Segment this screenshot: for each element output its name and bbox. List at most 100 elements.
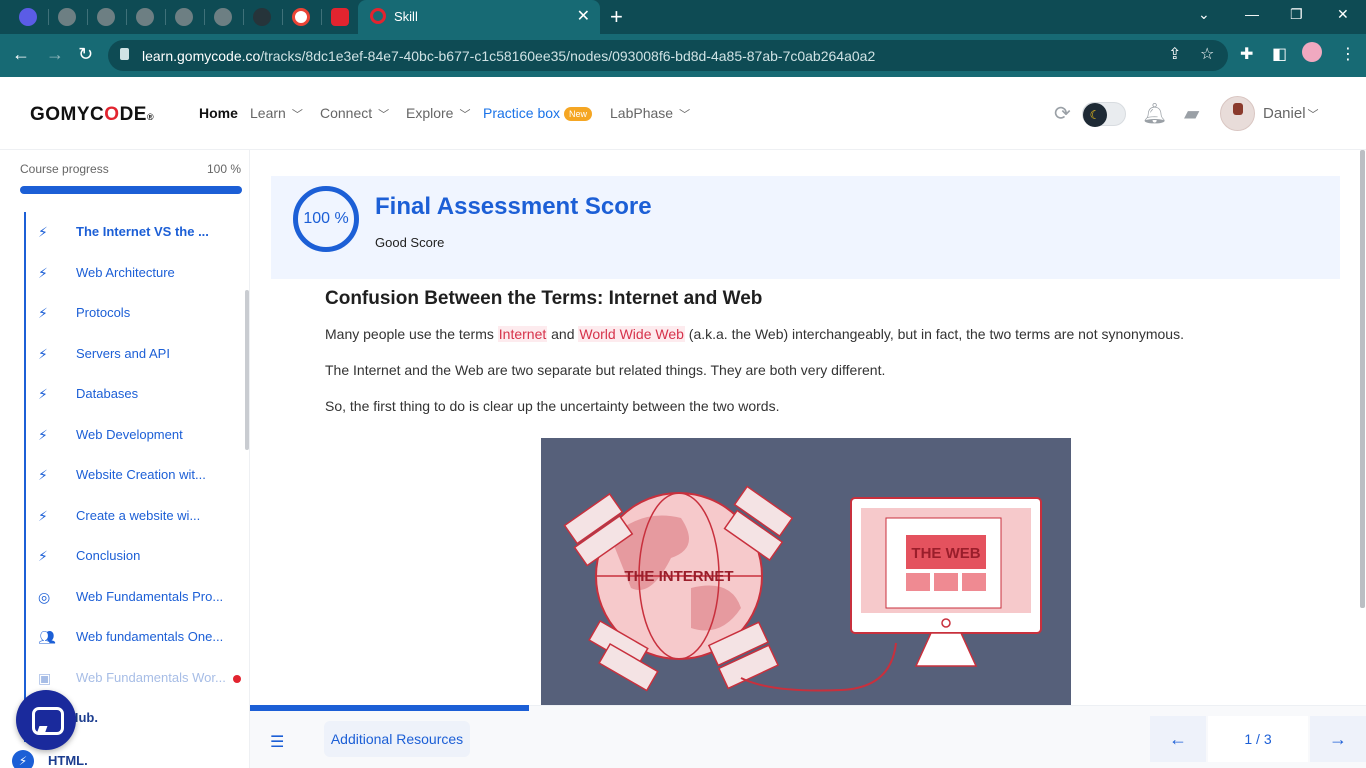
sidebar-lesson-label: The Internet VS the ... xyxy=(76,224,209,239)
tab-favicon[interactable] xyxy=(214,8,232,26)
tab-separator xyxy=(165,9,166,25)
sidebar-lesson-item[interactable]: ⚡︎ The Internet VS the ... xyxy=(26,212,240,252)
tab-separator xyxy=(204,9,205,25)
user-avatar[interactable] xyxy=(1220,96,1255,131)
monitor-graphic xyxy=(850,497,1042,667)
sidebar-lesson-item[interactable]: ⚡︎ Conclusion xyxy=(26,536,240,576)
article-paragraph: The Internet and the Web are two separat… xyxy=(325,362,886,378)
sidebar-lesson-item[interactable]: ◎ Web Fundamentals Pro... xyxy=(26,577,240,617)
chat-bubble-icon[interactable]: ▰ xyxy=(1184,101,1199,126)
user-menu[interactable]: Daniel ﹀ xyxy=(1263,105,1319,122)
nav-practice-box[interactable]: Practice box New xyxy=(483,105,593,121)
lesson-content: 100 % Final Assessment Score Good Score … xyxy=(250,150,1366,768)
course-progress-fill xyxy=(20,186,242,194)
sidebar-lesson-label: Web Fundamentals Pro... xyxy=(76,588,224,604)
back-arrow-icon[interactable]: ← xyxy=(12,44,30,65)
score-card: 100 % Final Assessment Score Good Score xyxy=(271,176,1340,279)
dark-mode-toggle[interactable]: ☾ xyxy=(1082,102,1126,127)
section-html[interactable]: ⚡︎ HTML. xyxy=(12,750,88,768)
internet-vs-web-illustration: THE INTERNET THE WEB xyxy=(541,438,1071,706)
content-scrollbar[interactable] xyxy=(1360,150,1365,608)
sidebar-lesson-item[interactable]: ⚡︎ Web Architecture xyxy=(26,253,240,293)
active-tab[interactable]: Skill ✕ xyxy=(358,0,600,34)
sidebar-lesson-item[interactable]: ⚡︎ Databases xyxy=(26,374,240,414)
bolt-icon: ⚡︎ xyxy=(38,305,48,321)
support-chat-button[interactable] xyxy=(16,690,76,750)
tab-favicon[interactable] xyxy=(58,8,76,26)
sidebar-lesson-item[interactable]: ⚡︎ Servers and API xyxy=(26,334,240,374)
sidebar-lesson-item[interactable]: ⚡︎ Protocols xyxy=(26,293,240,333)
sidebar-lesson-label: Web Development xyxy=(76,426,183,442)
sidebar-lesson-item[interactable]: ▣ Web Fundamentals Wor... xyxy=(26,658,241,698)
tab-favicon[interactable] xyxy=(253,8,271,26)
refresh-icon[interactable]: ⟳ xyxy=(1054,101,1071,126)
url-text: learn.gomycode.co/tracks/8dc1e3ef-84e7-4… xyxy=(142,48,876,64)
article-paragraph: So, the first thing to do is clear up th… xyxy=(325,398,780,414)
forward-arrow-icon[interactable]: → xyxy=(46,44,64,65)
course-progress-label: Course progress xyxy=(20,162,109,176)
additional-resources-button[interactable]: Additional Resources xyxy=(324,721,470,757)
google-icon[interactable] xyxy=(292,8,310,26)
sidebar-lesson-label: Web Architecture xyxy=(76,264,175,280)
bolt-icon: ⚡︎ xyxy=(12,750,34,768)
share-icon[interactable]: ⇪ xyxy=(1168,44,1181,64)
article-paragraph: Many people use the terms Internet and W… xyxy=(325,326,1184,342)
course-progress-bar xyxy=(20,186,242,194)
nav-learn[interactable]: Learn ﹀ xyxy=(250,105,303,122)
course-progress-value: 100 % xyxy=(206,162,241,176)
active-tab-title: Skill xyxy=(394,9,418,24)
tab-favicon[interactable] xyxy=(19,8,37,26)
chevron-down-icon: ﹀ xyxy=(378,109,390,121)
sidebar-lesson-label: Website Creation wit... xyxy=(76,467,206,482)
previous-arrow-icon[interactable]: ← xyxy=(1150,716,1206,762)
nav-explore[interactable]: Explore ﹀ xyxy=(406,105,470,122)
tab-separator xyxy=(48,9,49,25)
tab-favicon[interactable] xyxy=(331,8,349,26)
browser-menu-icon[interactable]: ⋮ xyxy=(1340,44,1356,64)
sidebar-lesson-label: Conclusion xyxy=(76,548,141,563)
highlight-term: World Wide Web xyxy=(578,326,685,342)
bolt-icon: ⚡︎ xyxy=(38,426,48,443)
nav-home[interactable]: Home xyxy=(199,105,238,121)
nav-connect[interactable]: Connect ﹀ xyxy=(320,105,389,122)
target-icon: ◎ xyxy=(38,588,51,605)
address-bar[interactable]: learn.gomycode.co/tracks/8dc1e3ef-84e7-4… xyxy=(108,40,1228,71)
new-tab-button[interactable]: + xyxy=(610,4,623,30)
tab-search-chevron-icon[interactable]: ⌄ xyxy=(1198,6,1210,23)
tab-favicon[interactable] xyxy=(175,8,193,26)
lesson-progress-bar xyxy=(250,705,529,711)
tab-favicon[interactable] xyxy=(97,8,115,26)
reload-icon[interactable]: ↻ xyxy=(78,44,93,65)
browser-tab-bar: Skill ✕ + ⌄ — ❐ ✕ xyxy=(0,0,1366,34)
new-badge: New xyxy=(564,107,593,121)
gomycode-favicon-icon xyxy=(370,8,386,24)
moon-icon: ☾ xyxy=(1083,103,1107,127)
bolt-icon: ⚡︎ xyxy=(38,224,48,240)
sidebar-lesson-label: Web Fundamentals Wor... xyxy=(76,669,226,685)
score-subtitle: Good Score xyxy=(375,235,445,250)
tab-favicon[interactable] xyxy=(136,8,154,26)
sidebar-lesson-item[interactable]: ⚡︎ Web Development xyxy=(26,415,240,455)
unread-dot xyxy=(233,674,241,683)
sidebar-lesson-item[interactable]: ⚡︎ Website Creation wit... xyxy=(26,455,240,495)
close-window-icon[interactable]: ✕ xyxy=(1337,6,1349,23)
nav-labphase[interactable]: LabPhase ﹀ xyxy=(610,105,690,122)
profile-avatar-icon[interactable] xyxy=(1302,42,1322,62)
score-ring: 100 % xyxy=(293,186,359,252)
sidebar-lesson-item[interactable]: 👥︎ Web fundamentals One... xyxy=(26,617,240,657)
close-tab-icon[interactable]: ✕ xyxy=(577,6,590,26)
lesson-list-icon[interactable]: ☰ xyxy=(270,732,284,752)
side-panel-icon[interactable]: ◧ xyxy=(1272,44,1287,64)
minimize-icon[interactable]: — xyxy=(1245,6,1259,22)
bolt-icon: ⚡︎ xyxy=(38,467,48,483)
restore-icon[interactable]: ❐ xyxy=(1290,6,1303,23)
gomycode-logo[interactable]: GOMYCODE® xyxy=(30,104,154,126)
sidebar-lesson-item[interactable]: ⚡︎ Create a website wi... xyxy=(26,496,240,536)
bookmark-star-icon[interactable]: ☆ xyxy=(1200,44,1214,64)
bell-icon[interactable]: 🔔︎ xyxy=(1142,101,1167,126)
lesson-footer: ☰ Additional Resources ← 1 / 3 → xyxy=(250,705,1366,768)
extensions-puzzle-icon[interactable]: ✚ xyxy=(1240,44,1253,64)
sidebar-scrollbar[interactable] xyxy=(245,290,249,450)
sidebar-lesson-label: Web fundamentals One... xyxy=(76,629,224,644)
next-arrow-icon[interactable]: → xyxy=(1310,716,1366,762)
